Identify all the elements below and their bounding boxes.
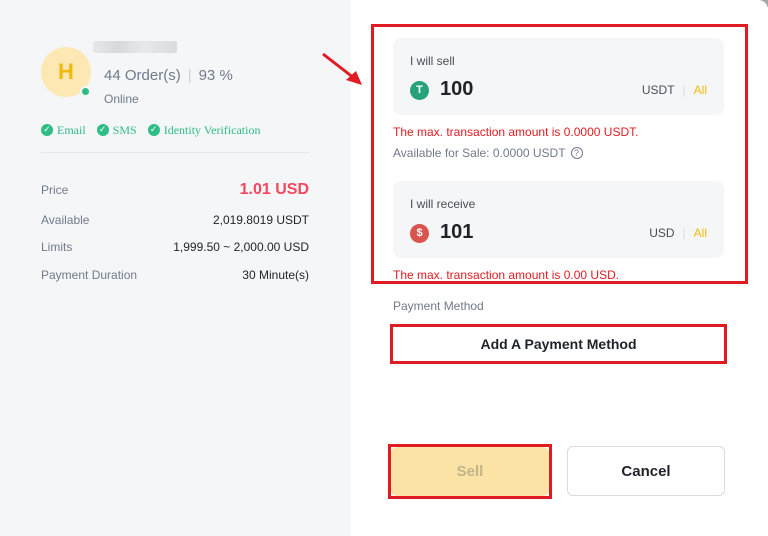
check-circle-icon: ✓ bbox=[147, 124, 160, 136]
limits-label: Limits bbox=[41, 240, 73, 254]
merchant-name-redacted bbox=[93, 41, 177, 53]
duration-value: 30 Minute(s) bbox=[242, 268, 309, 282]
verification-badges: ✓ Email ✓ SMS ✓ Identity Verification bbox=[41, 121, 268, 138]
highlight-box-amount-fields bbox=[371, 24, 748, 284]
verification-sms: ✓ SMS bbox=[96, 123, 137, 138]
annotation-arrow-icon bbox=[322, 52, 362, 85]
limits-value: 1,999.50 ~ 2,000.00 USD bbox=[173, 240, 309, 254]
order-count: 44 Order(s) bbox=[104, 67, 181, 84]
online-indicator bbox=[80, 86, 91, 97]
duration-label: Payment Duration bbox=[41, 268, 138, 282]
completion-rate: 93 % bbox=[198, 67, 233, 84]
highlight-box-sell-button bbox=[388, 444, 552, 499]
cancel-button[interactable]: Cancel bbox=[567, 446, 725, 496]
duration-row: Payment Duration 30 Minute(s) bbox=[41, 268, 309, 282]
available-row: Available 2,019.8019 USDT bbox=[41, 213, 309, 227]
divider bbox=[41, 152, 309, 153]
limits-row: Limits 1,999.50 ~ 2,000.00 USD bbox=[41, 240, 309, 254]
merchant-stats: 44 Order(s) | 93 % bbox=[104, 67, 233, 84]
price-value: 1.01 USD bbox=[239, 181, 309, 198]
price-row: Price 1.01 USD bbox=[41, 181, 309, 199]
available-label: Available bbox=[41, 213, 90, 227]
available-value: 2,019.8019 USDT bbox=[212, 213, 309, 227]
check-circle-icon: ✓ bbox=[96, 124, 109, 136]
online-status: Online bbox=[104, 92, 139, 106]
p2p-sell-modal: H 44 Order(s) | 93 % Online ✓ Email ✓ SMS ✓ I… bbox=[0, 0, 768, 536]
payment-method-label: Payment Method bbox=[393, 299, 484, 313]
highlight-box-payment-method bbox=[390, 324, 727, 364]
price-label: Price bbox=[41, 183, 69, 197]
merchant-panel: H 44 Order(s) | 93 % Online ✓ Email ✓ SMS ✓ I… bbox=[0, 0, 351, 536]
verification-email: ✓ Email bbox=[41, 123, 86, 138]
check-circle-icon: ✓ bbox=[41, 124, 53, 136]
stats-divider: | bbox=[187, 67, 192, 84]
verification-identity: ✓ Identity Verification bbox=[147, 123, 260, 138]
